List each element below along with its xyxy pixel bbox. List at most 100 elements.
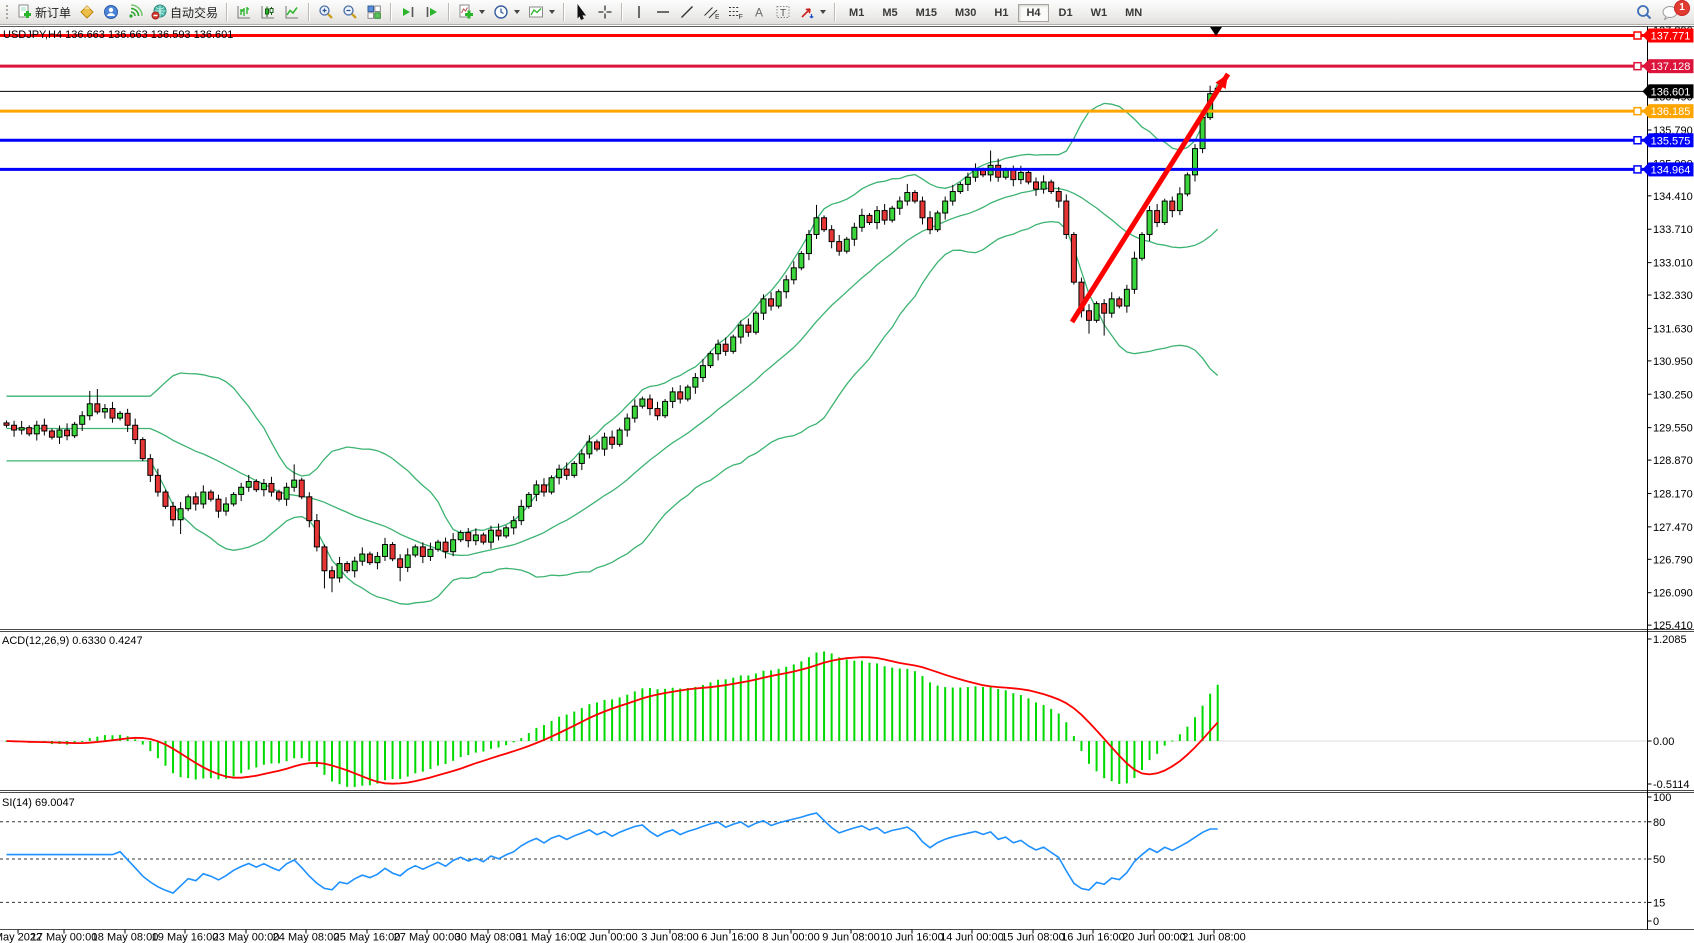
svg-text:T: T [780, 8, 786, 19]
candle [4, 423, 9, 425]
candle [405, 555, 410, 567]
candle [587, 442, 592, 454]
search-button[interactable] [1632, 2, 1656, 23]
trend-line-button[interactable] [676, 2, 698, 23]
toolbar-grip[interactable] [5, 4, 9, 20]
date-label: 20 Jun 00:00 [1122, 932, 1186, 943]
level-handle[interactable] [1634, 63, 1641, 70]
timeframe-m15[interactable]: M15 [908, 4, 945, 22]
horizontal-line-button[interactable] [652, 2, 674, 23]
candlestick-chart-button[interactable] [257, 2, 279, 23]
signal-button[interactable] [124, 2, 146, 23]
periods-button[interactable] [490, 2, 523, 23]
svg-text:136.601: 136.601 [1651, 86, 1691, 98]
mt-terminal-window: 新订单 自动交易 [0, 0, 1694, 943]
candle [496, 530, 501, 536]
candle [670, 392, 675, 402]
candle [57, 430, 62, 437]
crosshair-icon [597, 4, 613, 20]
vertical-line-button[interactable] [628, 2, 650, 23]
macd-legend: ACD(12,26,9) 0.6330 0.4247 [2, 635, 143, 647]
notification-badge: 1 [1674, 0, 1690, 16]
bar-chart-button[interactable] [233, 2, 255, 23]
level-handle[interactable] [1634, 32, 1641, 39]
toolbar-separator [563, 3, 565, 21]
candle [663, 401, 668, 415]
svg-text:133.010: 133.010 [1653, 258, 1693, 270]
notifications-button[interactable]: 1 [1658, 2, 1684, 23]
candle [466, 533, 471, 541]
candle [822, 218, 827, 230]
equidistant-channel-button[interactable]: E [700, 2, 722, 23]
date-axis[interactable]: May 202217 May 00:0018 May 08:0019 May 1… [0, 930, 1246, 943]
candle [920, 201, 925, 218]
candle [337, 564, 342, 578]
candle [519, 506, 524, 520]
auto-trading-button[interactable]: 自动交易 [148, 2, 221, 23]
timeframe-w1[interactable]: W1 [1083, 4, 1116, 22]
candle [935, 213, 940, 230]
candle [549, 478, 554, 492]
community-icon [103, 4, 119, 20]
level-handle[interactable] [1634, 137, 1641, 144]
timeframe-d1[interactable]: D1 [1051, 4, 1081, 22]
price-tag: 136.185 [1643, 104, 1694, 118]
arrows-button[interactable] [796, 2, 829, 23]
candle [761, 299, 766, 313]
fibonacci-button[interactable]: F [724, 2, 746, 23]
candle [647, 399, 652, 409]
candle [428, 549, 433, 556]
zoom-out-button[interactable] [339, 2, 361, 23]
zoom-in-button[interactable] [315, 2, 337, 23]
timeframe-m1[interactable]: M1 [841, 4, 872, 22]
candle [1026, 172, 1031, 182]
candle [837, 242, 842, 252]
toolbar-separator [834, 3, 836, 21]
text-icon: A [751, 4, 767, 20]
tile-windows-icon [366, 4, 382, 20]
level-handle[interactable] [1634, 108, 1641, 115]
rsi-scale-label: 80 [1653, 817, 1665, 829]
candle [1155, 211, 1160, 223]
templates-button[interactable] [525, 2, 558, 23]
level-handle[interactable] [1634, 166, 1641, 173]
indicators-button[interactable] [455, 2, 488, 23]
candle [829, 230, 834, 242]
candle [769, 299, 774, 306]
timeframe-h1[interactable]: H1 [986, 4, 1016, 22]
timeframe-h4[interactable]: H4 [1018, 4, 1048, 22]
macd-scale-label: 0.00 [1653, 736, 1674, 748]
new-order-button[interactable]: 新订单 [13, 2, 74, 23]
line-chart-icon [284, 4, 300, 20]
crosshair-button[interactable] [594, 2, 616, 23]
price-tag: 137.128 [1643, 59, 1694, 73]
candle [208, 492, 213, 499]
timeframe-m5[interactable]: M5 [874, 4, 905, 22]
date-label: 9 Jun 08:00 [822, 932, 880, 943]
candle [1147, 211, 1152, 235]
svg-text:131.630: 131.630 [1653, 323, 1693, 335]
candle [360, 554, 365, 561]
candle [685, 387, 690, 399]
market-button[interactable] [76, 2, 98, 23]
timeframe-mn[interactable]: MN [1117, 4, 1150, 22]
candle [87, 404, 92, 416]
tile-windows-button[interactable] [363, 2, 385, 23]
date-label: 6 Jun 16:00 [701, 932, 759, 943]
community-button[interactable] [100, 2, 122, 23]
svg-text:127.470: 127.470 [1653, 522, 1693, 534]
market-icon [79, 4, 95, 20]
text-label-button[interactable]: T [772, 2, 794, 23]
timeframe-m30[interactable]: M30 [947, 4, 984, 22]
auto-scroll-button[interactable] [397, 2, 419, 23]
candle [1162, 201, 1167, 222]
candle [1064, 201, 1069, 234]
chart-shift-button[interactable] [421, 2, 443, 23]
text-button[interactable]: A [748, 2, 770, 23]
zoom-out-icon [342, 4, 358, 20]
chart-area[interactable]: 137.890136.490135.790135.090134.410133.7… [0, 0, 1694, 943]
candle [844, 239, 849, 251]
cursor-button[interactable] [570, 2, 592, 23]
date-label: 18 May 08:00 [92, 932, 159, 943]
line-chart-button[interactable] [281, 2, 303, 23]
